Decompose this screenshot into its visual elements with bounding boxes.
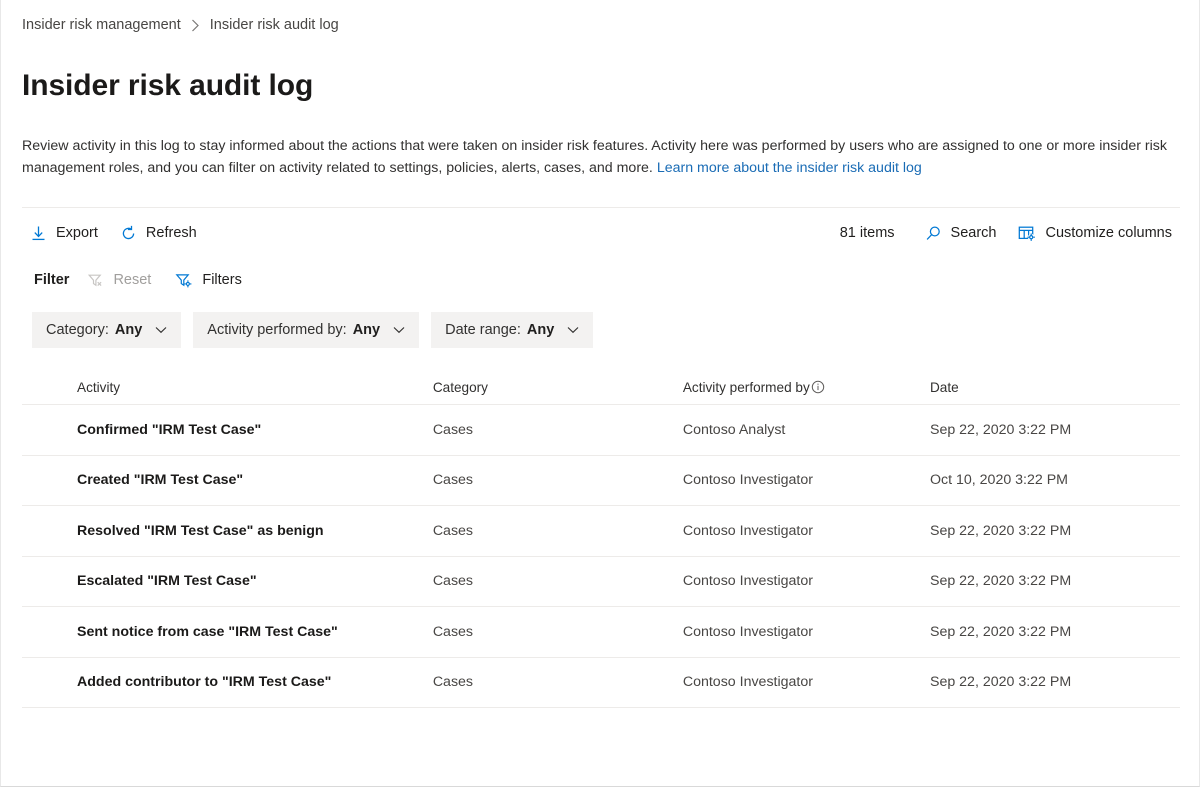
filter-pill-date-range-value: Any [527, 322, 554, 338]
page-title: Insider risk audit log [22, 68, 1180, 104]
chevron-right-icon [191, 19, 200, 32]
refresh-button[interactable]: Refresh [112, 217, 205, 249]
breadcrumb: Insider risk management Insider risk aud… [22, 0, 1180, 37]
column-header-date[interactable]: Date [930, 380, 1180, 395]
reset-filters-button[interactable]: Reset [83, 272, 155, 289]
filter-pill-category-label: Category: [46, 322, 109, 338]
chevron-down-icon [393, 326, 405, 334]
cell-category: Cases [433, 472, 683, 488]
cell-activity: Confirmed "IRM Test Case" [77, 422, 433, 438]
customize-columns-label: Customize columns [1045, 226, 1172, 241]
info-icon[interactable] [811, 380, 825, 394]
filters-label: Filters [202, 272, 241, 288]
cell-activity: Escalated "IRM Test Case" [77, 573, 433, 589]
column-header-activity-performed-by-label: Activity performed by [683, 380, 810, 395]
cell-category: Cases [433, 624, 683, 640]
command-bar-left: Export Refresh [22, 217, 211, 249]
cell-date: Oct 10, 2020 3:22 PM [930, 472, 1180, 488]
export-label: Export [56, 226, 98, 241]
refresh-icon [120, 225, 137, 242]
item-count: 81 items [840, 225, 895, 241]
refresh-label: Refresh [146, 226, 197, 241]
cell-category: Cases [433, 523, 683, 539]
learn-more-link[interactable]: Learn more about the insider risk audit … [657, 160, 922, 176]
table-row[interactable]: Escalated "IRM Test Case" Cases Contoso … [22, 556, 1180, 607]
command-bar-right: 81 items Search [840, 217, 1180, 249]
cell-activity-performed-by: Contoso Investigator [683, 573, 930, 589]
customize-columns-icon [1018, 225, 1036, 242]
cell-activity-performed-by: Contoso Investigator [683, 674, 930, 690]
breadcrumb-item-insider-risk-management[interactable]: Insider risk management [22, 17, 181, 33]
cell-date: Sep 22, 2020 3:22 PM [930, 573, 1180, 589]
cell-activity-performed-by: Contoso Investigator [683, 523, 930, 539]
cell-date: Sep 22, 2020 3:22 PM [930, 523, 1180, 539]
audit-log-table: Activity Category Activity performed by … [22, 370, 1180, 720]
export-button[interactable]: Export [22, 217, 106, 249]
search-label: Search [951, 226, 997, 241]
search-button[interactable]: Search [917, 217, 1005, 249]
cell-activity-performed-by: Contoso Investigator [683, 624, 930, 640]
chevron-down-icon [567, 326, 579, 334]
toolbar-divider [22, 207, 1180, 208]
breadcrumb-item-insider-risk-audit-log[interactable]: Insider risk audit log [210, 17, 339, 33]
filter-pill-activity-performed-by-label: Activity performed by: [207, 322, 346, 338]
cell-activity: Resolved "IRM Test Case" as benign [77, 523, 433, 539]
table-row[interactable]: Resolved "IRM Test Case" as benign Cases… [22, 505, 1180, 556]
cell-activity: Created "IRM Test Case" [77, 472, 433, 488]
cell-date: Sep 22, 2020 3:22 PM [930, 624, 1180, 640]
cell-date: Sep 22, 2020 3:22 PM [930, 422, 1180, 438]
table-row[interactable]: Created "IRM Test Case" Cases Contoso In… [22, 455, 1180, 506]
cell-activity: Added contributor to "IRM Test Case" [77, 674, 433, 690]
table-row[interactable]: Confirmed "IRM Test Case" Cases Contoso … [22, 404, 1180, 455]
download-icon [30, 225, 47, 242]
description-text: Review activity in this log to stay info… [22, 138, 1167, 176]
cell-date: Sep 22, 2020 3:22 PM [930, 674, 1180, 690]
customize-columns-button[interactable]: Customize columns [1010, 217, 1180, 249]
table-row-partial [22, 707, 1180, 720]
filter-pill-activity-performed-by-value: Any [353, 322, 380, 338]
filter-bar: Filter Reset Filters [22, 263, 1180, 297]
filter-pill-category-value: Any [115, 322, 142, 338]
table-row[interactable]: Sent notice from case "IRM Test Case" Ca… [22, 606, 1180, 657]
column-header-activity-performed-by[interactable]: Activity performed by [683, 380, 930, 395]
cell-category: Cases [433, 573, 683, 589]
filter-pills: Category: Any Activity performed by: Any… [32, 312, 1180, 348]
page-root: Insider risk management Insider risk aud… [1, 0, 1200, 720]
column-header-category[interactable]: Category [433, 380, 683, 395]
filter-pill-category[interactable]: Category: Any [32, 312, 181, 348]
cell-activity-performed-by: Contoso Investigator [683, 472, 930, 488]
filter-pill-date-range[interactable]: Date range: Any [431, 312, 593, 348]
cell-activity: Sent notice from case "IRM Test Case" [77, 624, 433, 640]
search-icon [925, 225, 942, 242]
cell-activity-performed-by: Contoso Analyst [683, 422, 930, 438]
table-header-row: Activity Category Activity performed by … [22, 370, 1180, 404]
filter-pill-activity-performed-by[interactable]: Activity performed by: Any [193, 312, 419, 348]
cell-category: Cases [433, 674, 683, 690]
chevron-down-icon [155, 326, 167, 334]
filter-pill-date-range-label: Date range: [445, 322, 521, 338]
page-description: Review activity in this log to stay info… [22, 136, 1174, 179]
cell-category: Cases [433, 422, 683, 438]
column-header-activity[interactable]: Activity [77, 380, 433, 395]
filters-button[interactable]: Filters [171, 272, 245, 289]
table-row[interactable]: Added contributor to "IRM Test Case" Cas… [22, 657, 1180, 708]
reset-label: Reset [113, 272, 151, 288]
filter-settings-icon [175, 272, 193, 289]
command-bar: Export Refresh 81 items [22, 211, 1180, 255]
filter-bar-label: Filter [34, 272, 69, 288]
filter-clear-icon [87, 272, 104, 289]
